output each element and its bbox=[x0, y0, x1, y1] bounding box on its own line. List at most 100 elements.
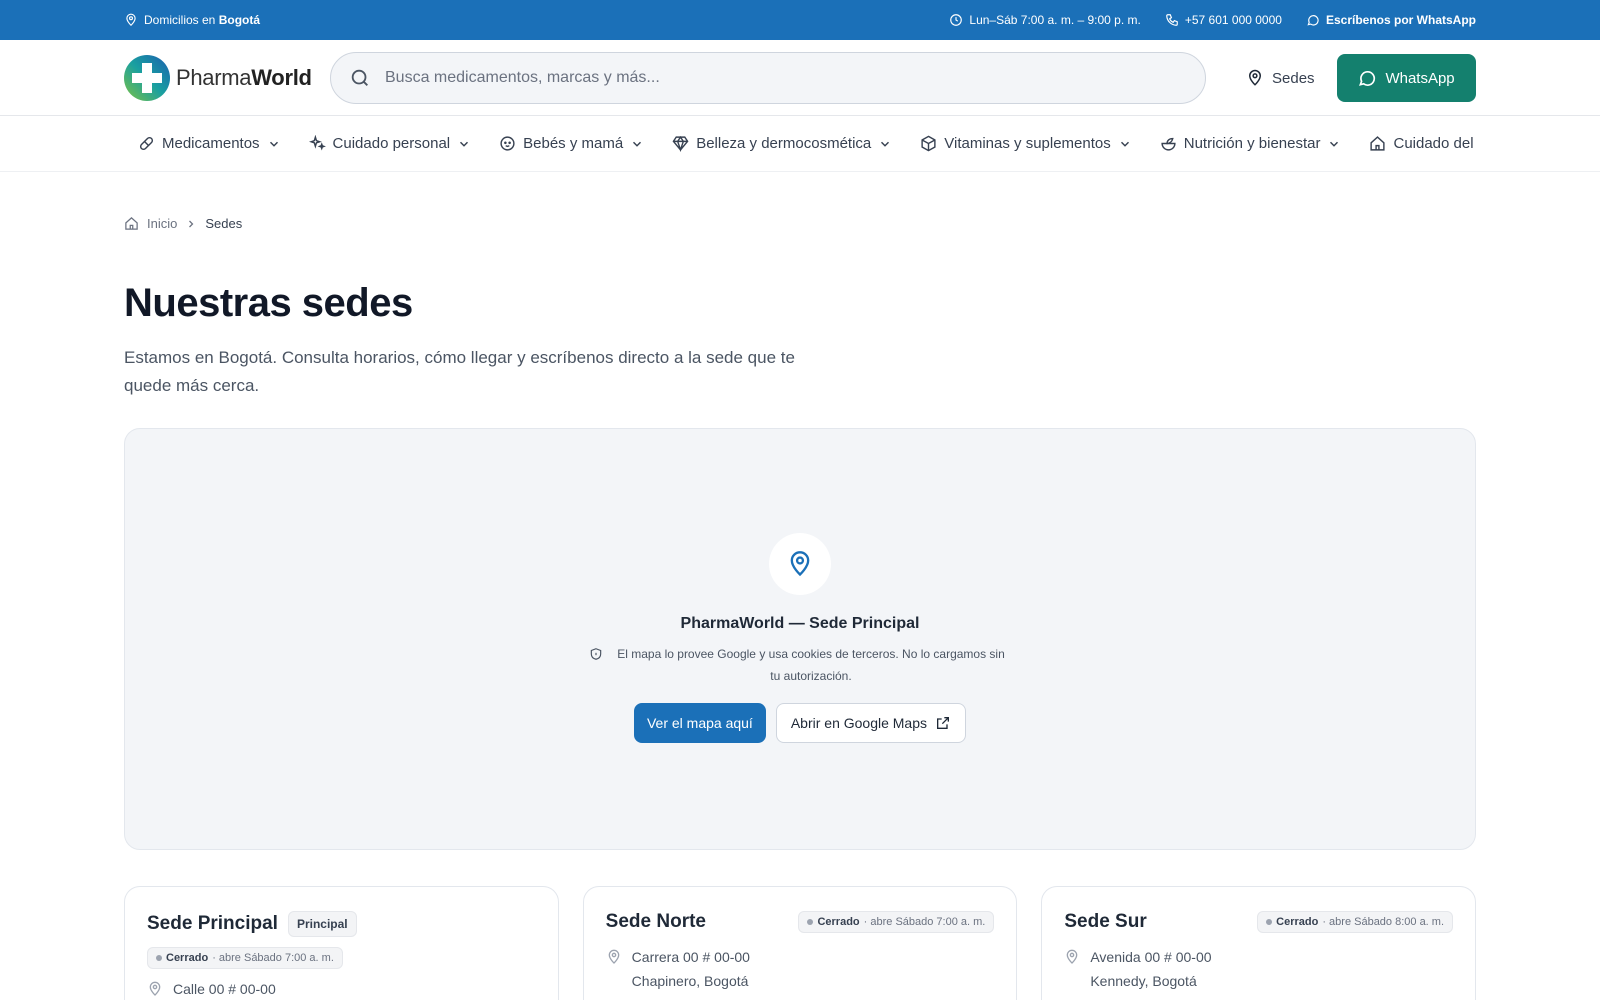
nav-item-vitaminas[interactable]: Vitaminas y suplementos bbox=[906, 116, 1145, 171]
sede-name: Sede Principal bbox=[147, 913, 278, 934]
nav-item-cuidado-del-hogar[interactable]: Cuidado del h bbox=[1355, 116, 1476, 171]
nav-item-bebes-y-mama[interactable]: Bebés y mamá bbox=[485, 116, 658, 171]
chat-icon bbox=[1307, 15, 1319, 26]
sedes-list: Sede Principal Principal Cerrado · abre S… bbox=[124, 886, 1477, 1000]
sede-card-norte[interactable]: Sede Norte Cerrado · abre Sábado 7:00 a. … bbox=[582, 886, 1018, 1000]
whatsapp-button[interactable]: WhatsApp bbox=[1336, 54, 1476, 102]
sede-name: Sede Sur bbox=[1064, 911, 1147, 932]
search-icon bbox=[351, 69, 368, 86]
logo-cross-icon bbox=[124, 55, 170, 101]
baby-icon bbox=[500, 136, 515, 151]
clock-icon bbox=[950, 14, 963, 26]
nav-label: Nutrición y bienestar bbox=[1183, 135, 1321, 152]
category-nav: Medicamentos Cuidado personal Bebés y ma… bbox=[0, 116, 1600, 172]
sede-card-sur[interactable]: Sede Sur Cerrado · abre Sábado 8:00 a. m.… bbox=[1041, 886, 1477, 1000]
nav-item-belleza[interactable]: Belleza y dermocosmética bbox=[658, 116, 906, 171]
sede-address: Calle 00 # 00-00 bbox=[147, 977, 536, 1000]
hours-info: Lun–Sáb 7:00 a. m. – 9:00 p. m. bbox=[949, 13, 1141, 27]
address-line2: Chapinero, Bogotá bbox=[631, 973, 749, 989]
phone-text: +57 601 000 0000 bbox=[1184, 13, 1282, 27]
page-title: Nuestras sedes bbox=[124, 281, 413, 325]
address-line1: Carrera 00 # 00-00 bbox=[631, 949, 750, 965]
opens-text: · abre Sábado 7:00 a. m. bbox=[863, 916, 986, 928]
box-icon bbox=[921, 135, 936, 152]
map-note-text: El mapa lo provee Google y usa cookies d… bbox=[617, 647, 1005, 683]
nav-item-medicamentos[interactable]: Medicamentos bbox=[124, 116, 295, 171]
whatsapp-topbar-link[interactable]: Escríbenos por WhatsApp bbox=[1306, 13, 1476, 27]
nav-label: Belleza y dermocosmética bbox=[696, 135, 872, 152]
status-badge: Cerrado · abre Sábado 8:00 a. m. bbox=[1257, 911, 1454, 933]
breadcrumb: Inicio Sedes bbox=[124, 216, 1476, 231]
search-input[interactable] bbox=[385, 69, 1145, 87]
opens-text: · abre Sábado 8:00 a. m. bbox=[1322, 916, 1445, 928]
open-google-maps-button[interactable]: Abrir en Google Maps bbox=[775, 703, 967, 743]
nav-label: Medicamentos bbox=[162, 135, 260, 152]
status-text: Cerrado bbox=[166, 952, 209, 964]
salad-icon bbox=[1161, 137, 1176, 151]
address-line1: Calle 00 # 00-00 bbox=[173, 981, 276, 997]
principal-tag: Principal bbox=[287, 911, 357, 937]
map-placeholder: PharmaWorld — Sede Principal El mapa lo … bbox=[124, 428, 1476, 850]
whatsapp-button-label: WhatsApp bbox=[1385, 69, 1455, 87]
map-consent-note: El mapa lo provee Google y usa cookies d… bbox=[585, 643, 1015, 687]
map-pin-icon bbox=[149, 981, 161, 996]
chat-icon bbox=[1359, 70, 1376, 86]
delivery-city: Bogotá bbox=[218, 13, 261, 27]
delivery-info: Domicilios en Bogotá bbox=[124, 13, 260, 27]
status-dot bbox=[807, 919, 814, 925]
sede-name: Sede Norte bbox=[605, 911, 706, 932]
status-dot bbox=[1266, 919, 1273, 925]
logo[interactable]: PharmaWorld bbox=[124, 55, 332, 101]
sedes-link[interactable]: Sedes bbox=[1246, 69, 1315, 87]
nav-label: Bebés y mamá bbox=[523, 135, 624, 152]
map-pin-icon bbox=[1067, 949, 1078, 964]
status-badge: Cerrado · abre Sábado 7:00 a. m. bbox=[147, 947, 343, 969]
sede-address: Avenida 00 # 00-00 Kennedy, Bogotá bbox=[1064, 945, 1453, 993]
nav-item-nutricion[interactable]: Nutrición y bienestar bbox=[1146, 116, 1356, 171]
chevron-down-icon bbox=[1330, 141, 1339, 147]
top-info-bar: Domicilios en Bogotá Lun–Sáb 7:00 a. m. … bbox=[0, 0, 1600, 40]
delivery-prefix: Domicilios en bbox=[144, 13, 219, 27]
pill-icon bbox=[139, 136, 154, 151]
breadcrumb-current: Sedes bbox=[205, 216, 243, 231]
map-pin-icon bbox=[1248, 69, 1262, 86]
nav-label: Cuidado personal bbox=[332, 135, 451, 152]
chevron-down-icon bbox=[881, 141, 890, 147]
main-content: Inicio Sedes Nuestras sedes Estamos en B… bbox=[124, 216, 1477, 1000]
open-google-maps-label: Abrir en Google Maps bbox=[790, 715, 928, 731]
logo-text-part2: World bbox=[251, 65, 312, 90]
map-pin-icon bbox=[608, 949, 620, 964]
sede-address: Carrera 00 # 00-00 Chapinero, Bogotá bbox=[606, 945, 995, 993]
external-link-icon bbox=[937, 717, 950, 729]
nav-label: Vitaminas y suplementos bbox=[944, 135, 1111, 152]
map-pin-icon bbox=[790, 551, 810, 577]
breadcrumb-home[interactable]: Inicio bbox=[147, 216, 177, 231]
nav-item-cuidado-personal[interactable]: Cuidado personal bbox=[295, 116, 486, 171]
chevron-down-icon bbox=[1120, 141, 1129, 147]
whatsapp-topbar-text: Escríbenos por WhatsApp bbox=[1325, 13, 1476, 27]
map-title: PharmaWorld — Sede Principal bbox=[680, 615, 920, 632]
map-actions: Ver el mapa aquí Abrir en Google Maps bbox=[633, 703, 967, 743]
status-text: Cerrado bbox=[1276, 916, 1319, 928]
address-line1: Avenida 00 # 00-00 bbox=[1090, 949, 1212, 965]
chevron-down-icon bbox=[633, 141, 642, 147]
map-pin-badge bbox=[769, 533, 831, 595]
phone-link[interactable]: +57 601 000 0000 bbox=[1165, 13, 1282, 27]
chevron-down-icon bbox=[460, 141, 469, 147]
search-bar[interactable] bbox=[330, 52, 1206, 104]
sedes-link-label: Sedes bbox=[1272, 69, 1315, 87]
page-lead: Estamos en Bogotá. Consulta horarios, có… bbox=[124, 348, 795, 395]
logo-text-part1: Pharma bbox=[176, 65, 252, 90]
hours-text: Lun–Sáb 7:00 a. m. – 9:00 p. m. bbox=[969, 13, 1141, 27]
chevron-down-icon bbox=[269, 141, 278, 147]
sparkles-icon bbox=[308, 135, 326, 151]
opens-text: · abre Sábado 7:00 a. m. bbox=[212, 952, 334, 964]
status-text: Cerrado bbox=[817, 916, 860, 928]
sede-card-principal[interactable]: Sede Principal Principal Cerrado · abre S… bbox=[124, 886, 559, 1000]
view-map-button[interactable]: Ver el mapa aquí bbox=[633, 703, 766, 743]
address-line2: Kennedy, Bogotá bbox=[1090, 973, 1197, 989]
status-dot bbox=[156, 955, 162, 961]
phone-icon bbox=[1166, 14, 1178, 26]
shield-icon bbox=[590, 648, 602, 660]
gem-icon bbox=[672, 135, 689, 152]
